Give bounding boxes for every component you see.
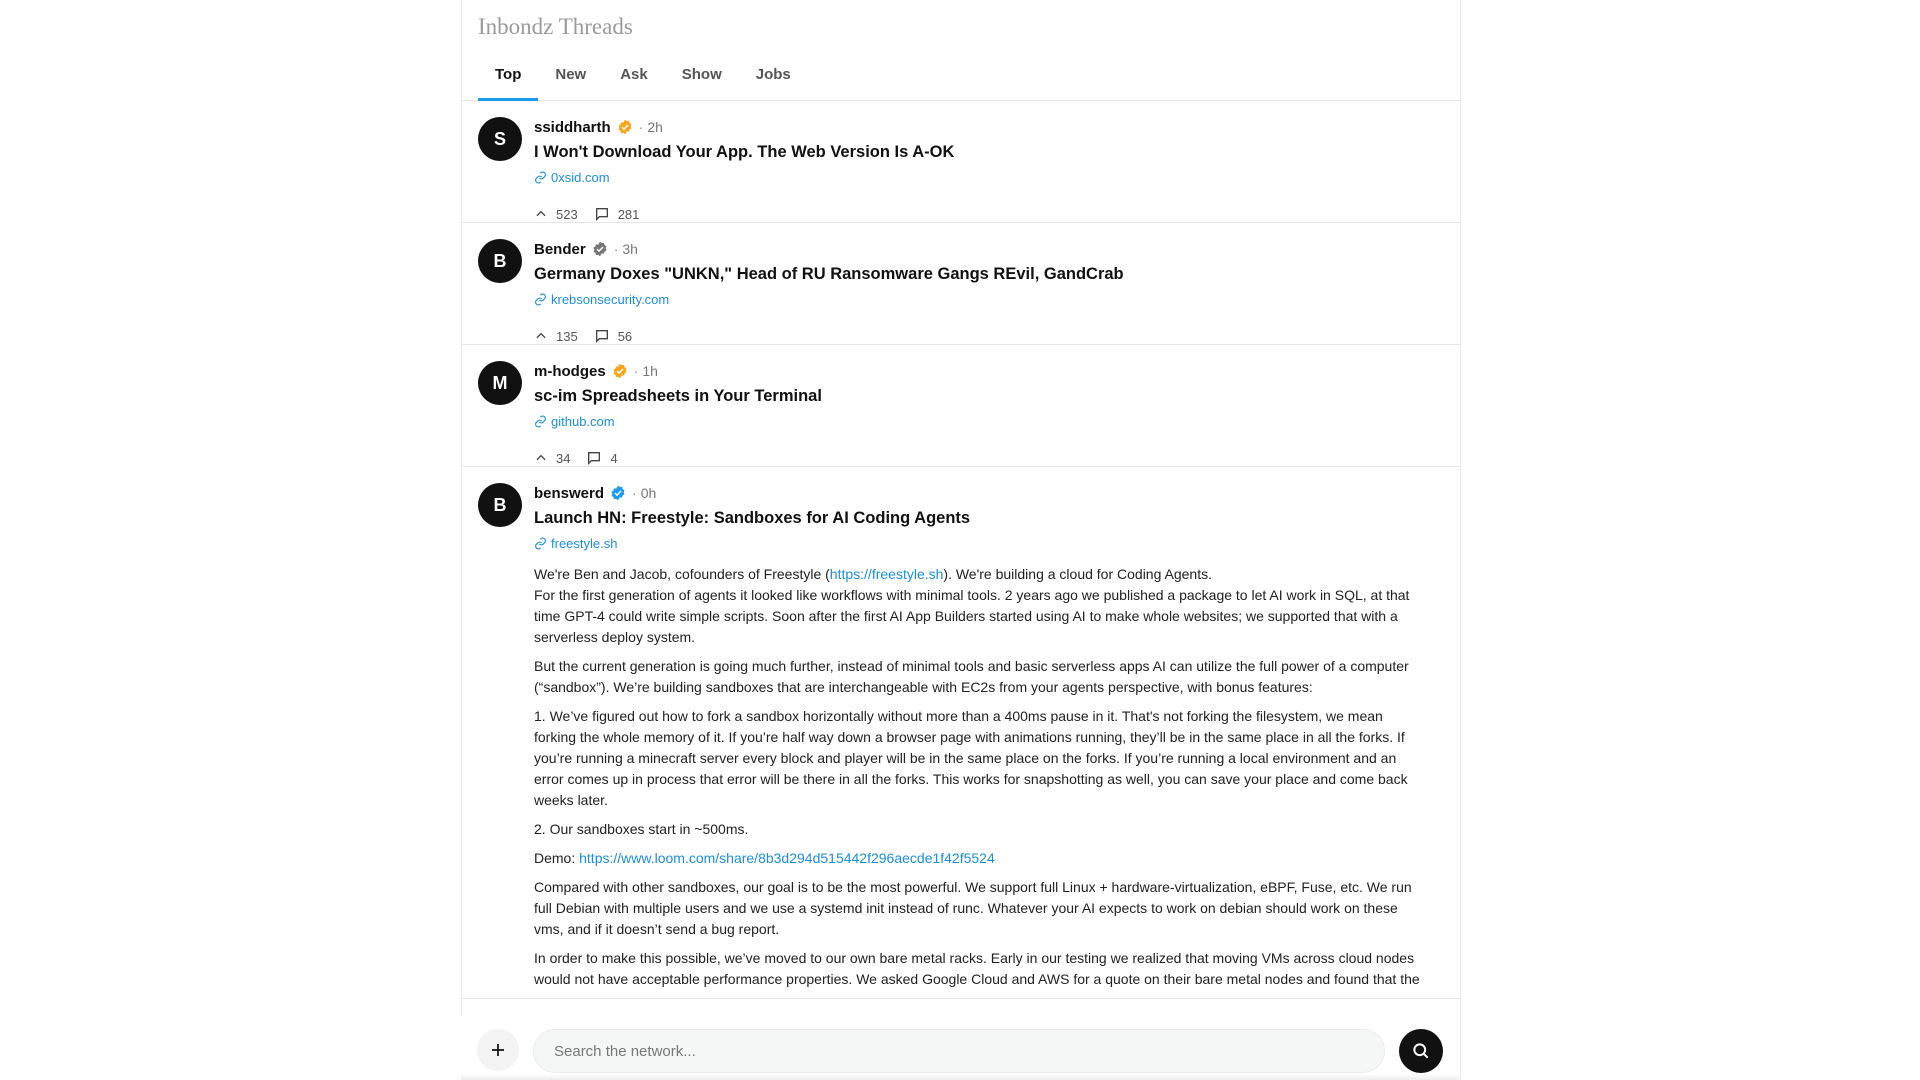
post-stats: 523 281 <box>534 204 1444 224</box>
tab-show[interactable]: Show <box>665 58 739 101</box>
demo-link[interactable]: https://www.loom.com/share/8b3d294d51544… <box>579 850 995 866</box>
search-button[interactable] <box>1399 1029 1443 1073</box>
post-domain[interactable]: 0xsid.com <box>551 170 610 185</box>
chevron-up-icon <box>536 454 546 461</box>
post-time: 2h <box>647 119 663 135</box>
avatar[interactable]: B <box>478 483 522 527</box>
comment-count: 56 <box>617 328 633 344</box>
body-paragraph: 2. Our sandboxes start in ~500ms. <box>534 821 749 837</box>
upvote-button[interactable]: 135 <box>534 329 578 344</box>
post-stats: 34 4 <box>534 448 1444 468</box>
search-icon <box>1413 1043 1429 1059</box>
body-text: We're Ben and Jacob, cofounders of Frees… <box>534 566 830 582</box>
post-meta: ssiddharth · 2h <box>534 117 1444 137</box>
verified-badge-icon <box>612 363 628 379</box>
vote-count: 523 <box>556 206 578 222</box>
post-item: M m-hodges · 1h sc-im Spreadsheets in Yo… <box>462 345 1460 467</box>
comments-button[interactable]: 281 <box>594 206 640 222</box>
post-meta: Bender · 3h <box>534 239 1444 259</box>
body-paragraph: Compared with other sandboxes, our goal … <box>534 879 1412 937</box>
post-item: B Bender · 3h Germany Doxes "UNKN," Head… <box>462 223 1460 345</box>
composer-bar <box>461 1016 1459 1080</box>
link-icon <box>535 537 546 549</box>
author-name[interactable]: Bender <box>534 241 586 258</box>
separator-dot: · <box>638 119 644 135</box>
chevron-up-icon <box>536 332 546 339</box>
link-icon <box>535 293 546 305</box>
post-title[interactable]: Germany Doxes "UNKN," Head of RU Ransomw… <box>534 264 1444 284</box>
separator-dot: · <box>613 241 619 257</box>
post-link[interactable]: krebsonsecurity.com <box>534 290 1444 308</box>
tab-ask[interactable]: Ask <box>603 58 665 101</box>
feed-tabs: Top New Ask Show Jobs <box>478 58 808 101</box>
post-body: We're Ben and Jacob, cofounders of Frees… <box>534 564 1444 990</box>
separator-dot: · <box>633 363 639 379</box>
body-text: ). We're building a cloud for Coding Age… <box>943 566 1212 582</box>
search-input[interactable] <box>533 1029 1385 1073</box>
verified-badge-icon <box>610 485 626 501</box>
comment-count: 4 <box>610 450 618 466</box>
separator-dot: · <box>632 485 637 501</box>
body-paragraph: Demo: https://www.loom.com/share/8b3d294… <box>534 848 1428 869</box>
link-icon <box>535 171 546 183</box>
main-column: Inbondz Threads Top New Ask Show Jobs S … <box>461 0 1461 1080</box>
author-name[interactable]: ssiddharth <box>534 119 611 136</box>
upvote-button[interactable]: 523 <box>534 207 578 222</box>
post-link[interactable]: freestyle.sh <box>534 534 1444 552</box>
author-name[interactable]: benswerd <box>534 485 604 502</box>
comments-button[interactable]: 56 <box>594 328 632 344</box>
body-paragraph: We're Ben and Jacob, cofounders of Frees… <box>534 564 1428 648</box>
avatar[interactable]: M <box>478 361 522 405</box>
post-item-expanded: B benswerd · 0h Launch HN: Freestyle: Sa… <box>462 467 1460 999</box>
post-meta: benswerd · 0h <box>534 483 1444 503</box>
tab-jobs[interactable]: Jobs <box>739 58 808 101</box>
avatar[interactable]: S <box>478 117 522 161</box>
chevron-up-icon <box>536 210 546 217</box>
post-link[interactable]: 0xsid.com <box>534 168 1444 186</box>
body-paragraph: 1. We’ve figured out how to fork a sandb… <box>534 708 1408 808</box>
demo-label: Demo: <box>534 850 580 866</box>
vote-count: 135 <box>556 328 578 344</box>
header: Inbondz Threads Top New Ask Show Jobs <box>462 0 1460 101</box>
post-title[interactable]: I Won't Download Your App. The Web Versi… <box>534 142 1444 162</box>
author-name[interactable]: m-hodges <box>534 363 606 380</box>
freestyle-link[interactable]: https://freestyle.sh <box>830 566 944 582</box>
comment-icon <box>595 330 608 343</box>
avatar[interactable]: B <box>478 239 522 283</box>
post-domain[interactable]: github.com <box>551 414 615 429</box>
post-domain[interactable]: freestyle.sh <box>551 536 617 551</box>
post-item: S ssiddharth · 2h I Won't Download Your … <box>462 101 1460 223</box>
comment-count: 281 <box>617 206 640 222</box>
post-title[interactable]: Launch HN: Freestyle: Sandboxes for AI C… <box>534 508 1444 528</box>
post-time: 3h <box>622 241 638 257</box>
post-time: 1h <box>642 363 658 379</box>
post-domain[interactable]: krebsonsecurity.com <box>551 292 669 307</box>
body-paragraph: In order to make this possible, we’ve mo… <box>534 950 1420 987</box>
body-paragraph: But the current generation is going much… <box>534 658 1409 695</box>
tab-new[interactable]: New <box>538 58 603 101</box>
upvote-button[interactable]: 34 <box>534 451 570 466</box>
post-feed: S ssiddharth · 2h I Won't Download Your … <box>462 101 1460 999</box>
tab-top[interactable]: Top <box>478 58 539 101</box>
new-post-button[interactable] <box>477 1029 519 1071</box>
post-time: 0h <box>640 485 657 501</box>
verified-badge-icon <box>617 119 633 135</box>
body-text: For the first generation of agents it lo… <box>534 587 1410 645</box>
bottom-shadow <box>461 1074 1459 1080</box>
vote-count: 34 <box>556 450 571 466</box>
verified-badge-icon <box>592 241 608 257</box>
comment-icon <box>588 452 601 465</box>
comment-icon <box>595 208 608 221</box>
comments-button[interactable]: 4 <box>586 450 618 466</box>
post-link[interactable]: github.com <box>534 412 1444 430</box>
post-title[interactable]: sc-im Spreadsheets in Your Terminal <box>534 386 1444 406</box>
post-stats: 135 56 <box>534 326 1444 346</box>
post-meta: m-hodges · 1h <box>534 361 1444 381</box>
app-brand[interactable]: Inbondz Threads <box>478 14 633 40</box>
plus-icon <box>492 1044 504 1056</box>
link-icon <box>535 415 546 427</box>
